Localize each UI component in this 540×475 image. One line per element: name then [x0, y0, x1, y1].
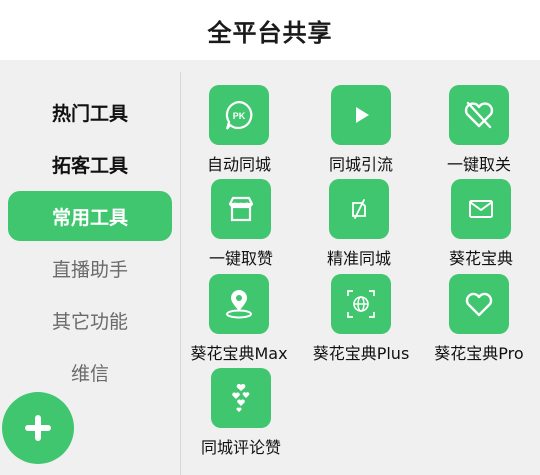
tool-tile-local-traffic[interactable]: 同城引流: [300, 85, 422, 179]
tool-tile-precise-local[interactable]: 精准同城: [298, 179, 420, 273]
tool-icon-box: PK: [209, 85, 269, 145]
tool-icon-box: [449, 85, 509, 145]
sidebar-item-label: 维信: [70, 362, 109, 385]
sidebar-item-label: 拓客工具: [51, 154, 128, 177]
sidebar-item-common-tools[interactable]: 常用工具: [8, 191, 172, 241]
tool-label: 葵花宝典Pro: [434, 344, 524, 363]
heart-icon: [465, 292, 493, 317]
tool-icon-box: [451, 179, 511, 239]
tool-label: 一键取关: [446, 155, 511, 174]
tool-icon-box: [449, 274, 509, 334]
tool-tile-sunflower-max[interactable]: 葵花宝典Max: [178, 274, 300, 368]
tool-tile-sunflower-plus[interactable]: 葵花宝典Plus: [300, 274, 422, 368]
tool-label: 精准同城: [326, 249, 391, 268]
tool-icon-box: [329, 179, 389, 239]
tool-tile-one-click-unfollow[interactable]: 一键取关: [418, 85, 540, 179]
sidebar-item-other-functions[interactable]: 其它功能: [8, 295, 172, 345]
tool-tile-auto-local[interactable]: PK 自动同城: [178, 85, 300, 179]
tool-tile-sunflower[interactable]: 葵花宝典: [420, 179, 540, 273]
tool-icon-box: [211, 179, 271, 239]
edit-slash-icon: [352, 199, 366, 219]
tool-icon-box: [331, 85, 391, 145]
tool-label: 葵花宝典Plus: [312, 344, 410, 363]
page-title: 全平台共享: [207, 18, 333, 47]
sidebar-item-weixin[interactable]: 维信: [8, 347, 172, 397]
tool-icon-box: [331, 274, 391, 334]
location-pin-icon: [226, 290, 252, 319]
tool-tile-one-click-unlike[interactable]: 一键取赞: [180, 179, 302, 273]
tool-label: 葵花宝典: [448, 249, 513, 268]
store-icon: [228, 196, 254, 222]
tool-icon-box: [211, 368, 271, 428]
tool-label: 葵花宝典Max: [190, 344, 288, 363]
sidebar-item-label: 常用工具: [51, 206, 128, 229]
tool-label: 自动同城: [206, 155, 271, 174]
tool-label: 同城引流: [328, 155, 393, 174]
globe-expand-icon: [347, 290, 375, 318]
add-button[interactable]: [2, 392, 74, 464]
sidebar-item-hot-tools[interactable]: 热门工具: [8, 87, 172, 137]
sidebar-item-live-assistant[interactable]: 直播助手: [8, 243, 172, 293]
plus-icon: [25, 415, 51, 441]
pk-chat-icon: PK: [225, 100, 253, 130]
sidebar-item-label: 热门工具: [51, 102, 128, 125]
mail-icon: [469, 200, 493, 218]
hearts-cluster-icon: [232, 383, 250, 412]
svg-text:PK: PK: [233, 111, 246, 121]
play-icon: [356, 107, 369, 123]
tool-icon-box: [209, 274, 269, 334]
sidebar-item-label: 其它功能: [51, 310, 128, 333]
content-area: 热门工具 拓客工具 常用工具 直播助手 其它功能 维信 PK 自动同城 同城引流: [0, 60, 540, 475]
top-bar: 全平台共享: [0, 0, 540, 60]
tool-tile-sunflower-pro[interactable]: 葵花宝典Pro: [418, 274, 540, 368]
broken-heart-icon: [464, 101, 494, 129]
tool-tile-local-comment-like[interactable]: 同城评论赞: [180, 368, 302, 462]
tool-label: 一键取赞: [208, 249, 273, 268]
tool-label: 同城评论赞: [200, 438, 281, 457]
sidebar-item-label: 直播助手: [51, 258, 128, 281]
sidebar-item-customer-tools[interactable]: 拓客工具: [8, 139, 172, 189]
